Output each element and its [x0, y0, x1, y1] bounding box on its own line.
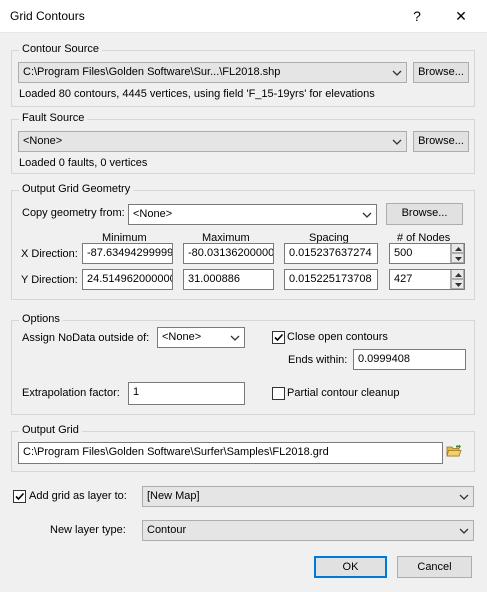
open-folder-icon[interactable]	[446, 444, 462, 461]
output-grid-legend: Output Grid	[19, 424, 82, 436]
close-contours-label: Close open contours	[287, 331, 388, 343]
output-geometry-legend: Output Grid Geometry	[19, 183, 134, 195]
x-nodes-field[interactable]: 500	[389, 243, 465, 264]
chevron-down-icon	[392, 63, 402, 82]
y-nodes-value: 427	[394, 273, 413, 285]
spin-up-icon[interactable]	[451, 270, 464, 279]
copy-geometry-label: Copy geometry from:	[22, 207, 125, 219]
spin-down-icon[interactable]	[451, 279, 464, 289]
fault-source-info: Loaded 0 faults, 0 vertices	[19, 157, 148, 169]
checkmark-icon	[274, 333, 284, 342]
spin-down-icon[interactable]	[451, 253, 464, 263]
help-button[interactable]: ?	[407, 6, 427, 26]
ends-within-label: Ends within:	[288, 354, 348, 366]
partial-cleanup-label: Partial contour cleanup	[287, 387, 400, 399]
add-layer-label: Add grid as layer to:	[29, 490, 127, 502]
contour-browse-button[interactable]: Browse...	[413, 62, 469, 83]
ok-button[interactable]: OK	[314, 556, 387, 578]
spin-up-icon[interactable]	[451, 244, 464, 253]
x-nodes-spinner[interactable]	[450, 244, 464, 263]
x-nodes-value: 500	[394, 247, 413, 259]
title-bar: Grid Contours ? ✕	[0, 0, 487, 33]
chevron-down-icon	[459, 487, 469, 506]
y-direction-label: Y Direction:	[21, 274, 78, 286]
ends-within-field[interactable]: 0.0999408	[353, 349, 466, 370]
chevron-down-icon	[459, 521, 469, 540]
window-title: Grid Contours	[10, 9, 85, 23]
partial-cleanup-checkbox[interactable]	[272, 387, 285, 400]
contour-source-info: Loaded 80 contours, 4445 vertices, using…	[19, 88, 375, 100]
x-direction-label: X Direction:	[21, 248, 78, 260]
geometry-browse-button[interactable]: Browse...	[386, 203, 463, 225]
contour-source-legend: Contour Source	[19, 43, 103, 55]
fault-source-value: <None>	[23, 135, 63, 147]
close-contours-checkbox[interactable]	[272, 331, 285, 344]
extrapolation-field[interactable]: 1	[128, 382, 245, 405]
nodata-label: Assign NoData outside of:	[22, 332, 150, 344]
close-button[interactable]: ✕	[450, 6, 472, 26]
y-min-field[interactable]: 24.514962000000	[82, 269, 173, 290]
add-layer-combo[interactable]: [New Map]	[142, 486, 474, 507]
add-layer-checkbox[interactable]	[13, 490, 26, 503]
cancel-button[interactable]: Cancel	[397, 556, 472, 578]
checkmark-icon	[15, 492, 25, 501]
layer-type-combo[interactable]: Contour	[142, 520, 474, 541]
contour-source-file: C:\Program Files\Golden Software\Sur...\…	[23, 66, 281, 78]
x-min-field[interactable]: -87.63494299999	[82, 243, 173, 264]
layer-type-value: Contour	[147, 524, 187, 536]
contour-source-combo[interactable]: C:\Program Files\Golden Software\Sur...\…	[18, 62, 407, 83]
options-legend: Options	[19, 313, 63, 325]
add-layer-value: [New Map]	[147, 490, 200, 502]
y-max-field[interactable]: 31.000886	[183, 269, 274, 290]
fault-browse-button[interactable]: Browse...	[413, 131, 469, 152]
y-nodes-spinner[interactable]	[450, 270, 464, 289]
copy-geometry-combo[interactable]: <None>	[128, 204, 377, 225]
y-spacing-field[interactable]: 0.015225173708	[284, 269, 378, 290]
output-grid-path-field[interactable]: C:\Program Files\Golden Software\Surfer\…	[18, 442, 443, 464]
fault-source-legend: Fault Source	[19, 112, 88, 124]
y-nodes-field[interactable]: 427	[389, 269, 465, 290]
x-spacing-field[interactable]: 0.015237637274	[284, 243, 378, 264]
layer-type-label: New layer type:	[50, 524, 126, 536]
chevron-down-icon	[392, 132, 402, 151]
copy-geometry-value: <None>	[133, 208, 173, 220]
nodata-value: <None>	[162, 331, 202, 343]
x-max-field[interactable]: -80.031362000000	[183, 243, 274, 264]
chevron-down-icon	[230, 328, 240, 347]
fault-source-combo[interactable]: <None>	[18, 131, 407, 152]
nodata-combo[interactable]: <None>	[157, 327, 245, 348]
chevron-down-icon	[362, 205, 372, 224]
extrapolation-label: Extrapolation factor:	[22, 387, 120, 399]
